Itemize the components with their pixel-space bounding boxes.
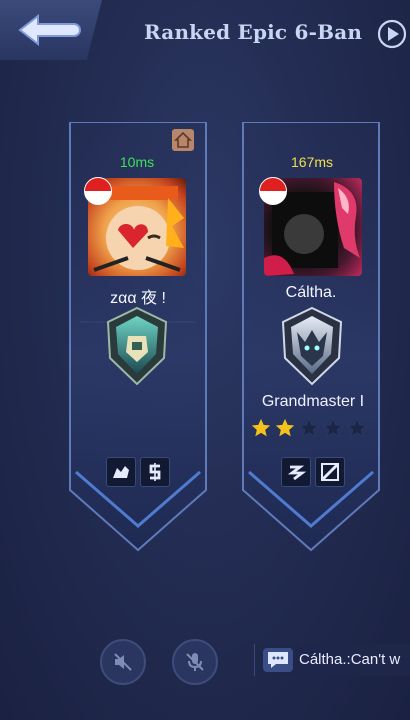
play-icon[interactable] — [377, 19, 407, 49]
rank-emblem-icon — [281, 306, 343, 386]
rank-stars — [250, 417, 368, 439]
chat-bubble-icon[interactable] — [263, 648, 293, 672]
ping-indicator: 167ms — [290, 154, 334, 170]
player-name: zαα 夜 ! — [110, 290, 166, 307]
page-title: Ranked Epic 6-Ban — [144, 20, 363, 44]
star-icon — [251, 418, 271, 437]
indonesia-flag-icon — [84, 177, 112, 205]
retribution-icon[interactable] — [106, 457, 136, 487]
rank-label: Grandmaster I — [261, 393, 365, 410]
mute-speaker-button[interactable] — [100, 639, 146, 685]
mute-mic-button[interactable] — [172, 639, 218, 685]
star-icon — [322, 417, 344, 438]
rank-emblem-icon — [106, 306, 168, 386]
star-icon — [298, 417, 320, 438]
home-icon[interactable] — [172, 129, 194, 151]
back-arrow-icon — [18, 13, 81, 47]
speaker-muted-icon — [114, 653, 132, 671]
indonesia-flag-icon — [259, 177, 287, 205]
player-name: Cáltha. — [285, 284, 337, 301]
purify-icon[interactable] — [140, 457, 170, 487]
chat-message-text: Cáltha.:Can't w — [299, 651, 401, 668]
ping-indicator: 10ms — [119, 154, 155, 170]
star-icon — [275, 418, 295, 437]
chat-preview-bar[interactable]: Cáltha.:Can't w — [254, 644, 410, 676]
sprint-icon[interactable] — [281, 457, 311, 487]
flicker-icon[interactable] — [315, 457, 345, 487]
star-icon — [346, 417, 368, 438]
back-button[interactable] — [0, 0, 102, 60]
mic-muted-icon — [186, 653, 204, 671]
